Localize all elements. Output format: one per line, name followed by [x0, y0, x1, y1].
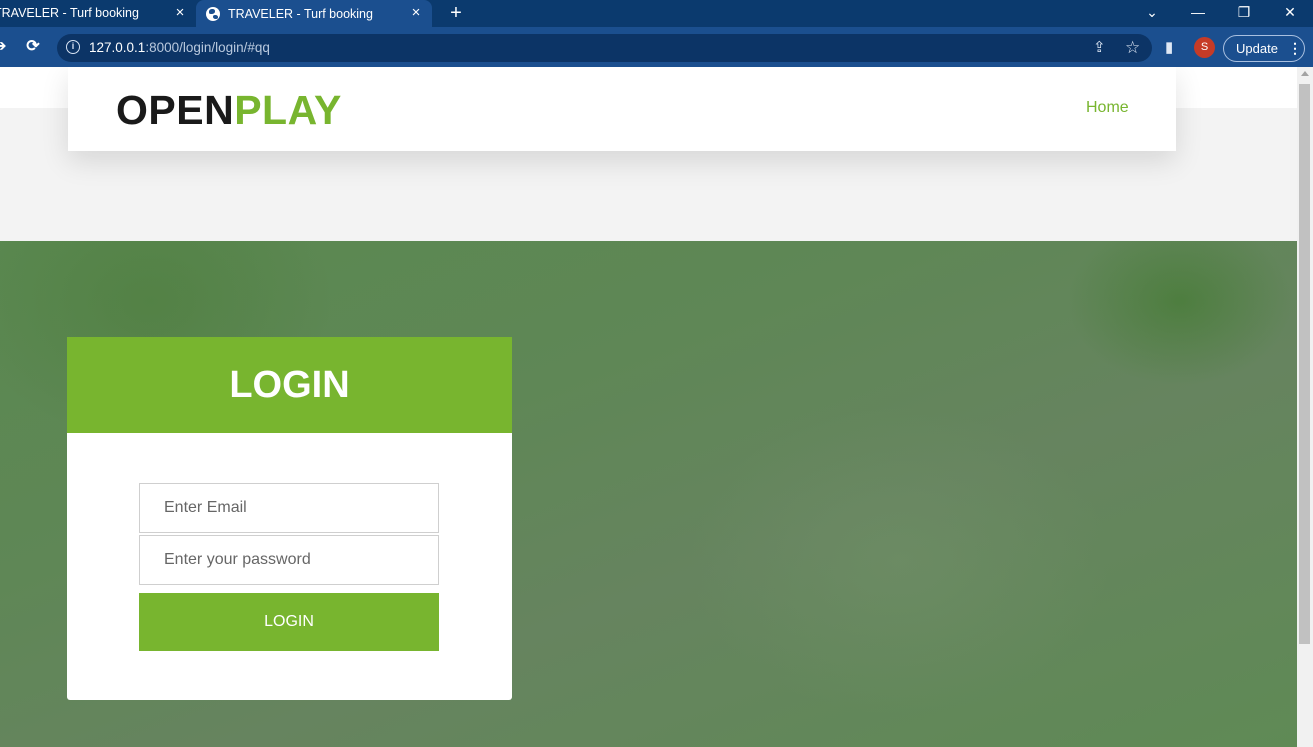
tab-close-icon[interactable]: ×: [172, 5, 188, 21]
tab-title: TRAVELER - Turf booking: [0, 6, 139, 20]
tab-active[interactable]: TRAVELER - Turf booking ×: [196, 0, 432, 27]
new-tab-icon[interactable]: +: [446, 2, 466, 24]
url-text[interactable]: 127.0.0.1:8000/login/login/#qq: [89, 40, 270, 56]
minimize-icon[interactable]: —: [1178, 0, 1218, 27]
profile-avatar[interactable]: S: [1194, 37, 1215, 58]
nav-home-link[interactable]: Home: [1086, 99, 1129, 117]
side-panel-icon[interactable]: ▮: [1165, 38, 1173, 58]
scroll-thumb[interactable]: [1299, 84, 1310, 644]
tab-inactive[interactable]: TRAVELER - Turf booking ×: [0, 0, 195, 27]
email-field[interactable]: [139, 483, 439, 533]
logo-open-text: OPEN: [116, 87, 235, 133]
page-scrollbar[interactable]: [1297, 67, 1313, 747]
scroll-up-arrow-icon[interactable]: [1301, 71, 1309, 76]
update-label: Update: [1236, 41, 1278, 56]
tab-title: TRAVELER - Turf booking: [228, 6, 373, 21]
site-logo[interactable]: OPENPLAY: [116, 87, 342, 133]
restore-icon[interactable]: ❐: [1224, 0, 1264, 27]
login-button[interactable]: LOGIN: [139, 593, 439, 651]
update-button[interactable]: Update ⋮: [1223, 35, 1305, 62]
back-arrow-icon[interactable]: ➔: [0, 37, 8, 57]
reload-icon[interactable]: ⟳: [23, 37, 43, 57]
password-field[interactable]: [139, 535, 439, 585]
share-icon[interactable]: ⇪: [1093, 38, 1106, 58]
login-card-header: LOGIN: [67, 337, 512, 433]
menu-dots-icon: ⋮: [1288, 40, 1302, 56]
url-host: 127.0.0.1: [89, 40, 146, 55]
logo-play-text: PLAY: [234, 87, 342, 133]
login-card: LOGIN LOGIN: [67, 337, 512, 700]
site-info-icon[interactable]: i: [66, 40, 80, 54]
login-title: LOGIN: [229, 364, 350, 406]
browser-titlebar: TRAVELER - Turf booking × TRAVELER - Tur…: [0, 0, 1313, 27]
tab-search-icon[interactable]: ⌄: [1132, 0, 1172, 27]
globe-icon: [206, 6, 220, 21]
bookmark-star-icon[interactable]: ☆: [1125, 38, 1140, 58]
url-path: :8000/login/login/#qq: [145, 40, 270, 55]
close-window-icon[interactable]: ✕: [1270, 0, 1310, 27]
tab-close-icon[interactable]: ×: [408, 5, 424, 21]
site-header: OPENPLAY Home: [68, 67, 1176, 151]
page-viewport: OPENPLAY Home LOGIN LOGIN: [0, 67, 1313, 747]
